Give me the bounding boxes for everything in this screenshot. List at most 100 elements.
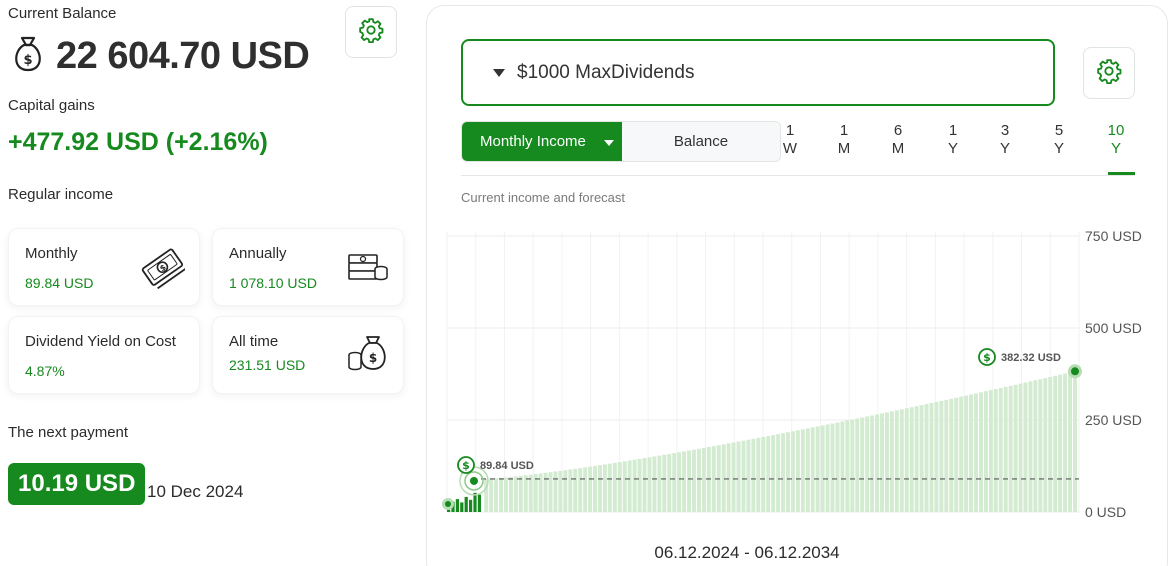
forecast-bar <box>523 475 528 512</box>
forecast-bar <box>904 408 909 512</box>
gear-icon <box>1096 58 1122 89</box>
period-3y[interactable]: 3 Y <box>990 122 1020 158</box>
forecast-bar <box>954 397 959 512</box>
end-value-label: 382.32 USD <box>1001 352 1061 364</box>
forecast-bar <box>944 399 949 512</box>
forecast-bar <box>701 447 706 512</box>
forecast-bar <box>1053 375 1058 512</box>
y-tick-label: 250 USD <box>1085 412 1142 428</box>
balance-toggle-button[interactable]: Balance <box>622 122 780 161</box>
forecast-bar <box>786 432 790 512</box>
forecast-bar <box>993 389 998 512</box>
card-value: 4.87% <box>25 363 65 379</box>
forecast-bar <box>988 390 993 512</box>
forecast-bar <box>1073 371 1077 512</box>
forecast-bar <box>667 453 672 512</box>
caret-down-icon <box>604 140 614 146</box>
forecast-bar <box>508 476 513 512</box>
forecast-bar <box>949 398 954 512</box>
period-1m[interactable]: 1 M <box>829 122 859 158</box>
money-stack-icon <box>347 247 389 292</box>
forecast-bar <box>1008 385 1013 512</box>
chart-view-toggle: Monthly Income Balance <box>461 121 781 162</box>
forecast-bar <box>781 433 786 512</box>
forecast-bar <box>805 428 810 512</box>
forecast-bar <box>790 431 795 512</box>
period-number: 10 <box>1107 122 1125 139</box>
period-5y[interactable]: 5 Y <box>1044 122 1074 158</box>
period-6m[interactable]: 6 M <box>883 122 913 158</box>
end-value-coin-icon-glyph: $ <box>983 351 991 364</box>
forecast-bar <box>1018 383 1023 512</box>
forecast-bar <box>776 434 781 512</box>
monthly-income-toggle-label: Monthly Income <box>480 133 586 150</box>
y-tick-label: 750 USD <box>1085 228 1142 244</box>
card-title: Monthly <box>25 245 78 262</box>
forecast-bar <box>499 477 503 512</box>
forecast-bar <box>558 470 563 512</box>
forecast-bar <box>875 414 880 512</box>
period-number: 1 <box>785 122 795 139</box>
forecast-bar <box>568 469 573 512</box>
period-unit: M <box>891 140 905 157</box>
monthly-income-toggle-button[interactable]: Monthly Income <box>462 122 622 161</box>
current-balance-value: 22 604.70 USD <box>56 35 310 77</box>
next-payment-amount-badge: 10.19 USD <box>8 463 146 505</box>
forecast-bar <box>978 392 983 512</box>
forecast-bar <box>865 416 870 512</box>
date-range-label: 06.12.2024 - 06.12.2034 <box>654 543 840 562</box>
period-1y[interactable]: 1 Y <box>938 122 968 158</box>
summary-settings-button[interactable] <box>345 6 397 58</box>
chart-settings-button[interactable] <box>1083 47 1135 99</box>
yield-on-cost-card: Dividend Yield on Cost 4.87% <box>8 316 200 394</box>
chart-subtitle: Current income and forecast <box>461 190 626 205</box>
monthly-income-card: Monthly 89.84 USD $ <box>8 228 200 306</box>
y-tick-label: 500 USD <box>1085 320 1142 336</box>
portfolio-summary-panel: Current Balance $ 22 604.70 USD Capital … <box>0 0 420 566</box>
forecast-bar <box>731 442 736 512</box>
forecast-bar <box>815 426 820 512</box>
forecast-bar <box>889 411 894 512</box>
forecast-bar <box>855 418 860 512</box>
end-marker-dot <box>1071 367 1079 376</box>
start-value-coin-icon-glyph: $ <box>462 459 470 472</box>
forecast-bar <box>602 464 607 512</box>
forecast-bar <box>870 415 875 512</box>
period-number: 3 <box>1000 122 1010 139</box>
forecast-bar <box>751 438 756 512</box>
period-number: 1 <box>839 122 849 139</box>
period-tabs-divider <box>461 175 1135 176</box>
forecast-bar <box>622 461 627 512</box>
forecast-bar <box>583 467 588 512</box>
forecast-bar <box>1033 380 1038 512</box>
forecast-bar <box>860 417 865 512</box>
banknotes-icon: $ <box>141 247 186 294</box>
next-payment-date: 10 Dec 2024 <box>147 482 244 501</box>
portfolio-selector-dropdown[interactable]: $1000 MaxDividends <box>461 39 1055 106</box>
forecast-bar <box>800 429 805 512</box>
forecast-bar <box>1003 386 1008 512</box>
forecast-bar <box>533 474 538 512</box>
dropdown-triangle-icon <box>493 68 505 77</box>
forecast-bar <box>894 410 899 512</box>
card-value: 89.84 USD <box>25 275 94 291</box>
money-bag-coins-icon: $ <box>345 331 389 382</box>
period-number: 5 <box>1054 122 1064 139</box>
period-10y[interactable]: 10 Y <box>1101 122 1131 158</box>
card-title: All time <box>229 333 279 350</box>
forecast-bar <box>1043 378 1048 512</box>
forecast-bar <box>721 444 726 512</box>
start-value-label: 89.84 USD <box>480 460 534 472</box>
forecast-bar <box>662 454 667 512</box>
period-unit: Y <box>999 140 1010 157</box>
forecast-bar <box>607 463 612 512</box>
forecast-bar <box>766 436 771 512</box>
forecast-bar <box>1023 382 1028 512</box>
forecast-bar <box>880 413 884 512</box>
period-1w[interactable]: 1 W <box>775 122 805 158</box>
forecast-bar <box>548 472 553 512</box>
forecast-bar <box>1013 384 1018 512</box>
period-unit: M <box>837 140 851 157</box>
forecast-bar <box>1038 379 1043 512</box>
forecast-bar <box>563 470 568 512</box>
